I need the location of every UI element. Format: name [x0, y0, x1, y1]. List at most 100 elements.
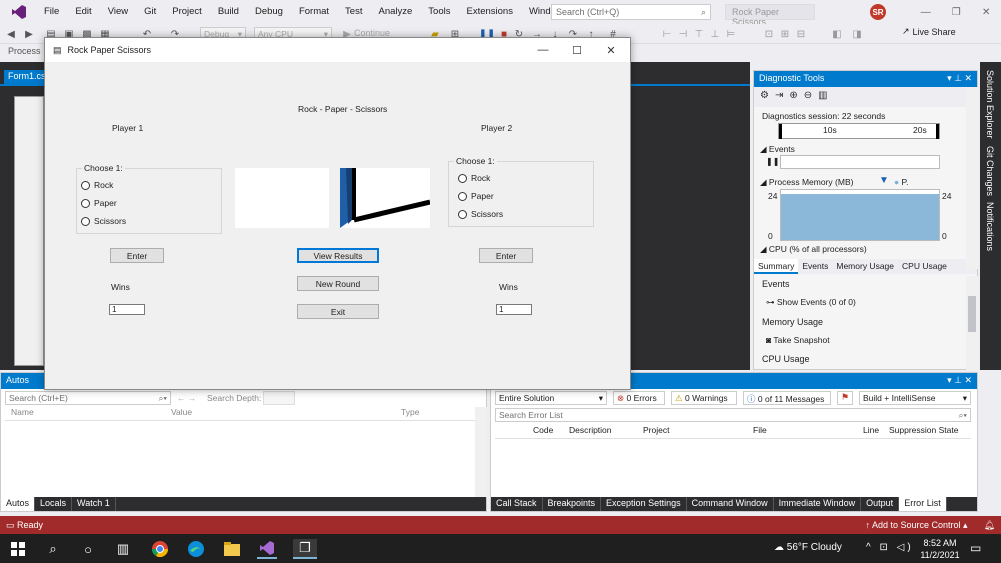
p1-wins-field[interactable]: 1 — [109, 304, 145, 315]
chrome-icon[interactable] — [150, 539, 170, 559]
visual-studio-logo-icon[interactable] — [8, 1, 30, 23]
p2-rock-radio[interactable]: Rock — [458, 173, 490, 183]
col-line[interactable]: Line — [863, 425, 889, 438]
form-maximize-icon[interactable]: ☐ — [560, 38, 594, 62]
tab-immediate-window[interactable]: Immediate Window — [774, 497, 862, 511]
menu-item-extensions[interactable]: Extensions — [458, 0, 520, 24]
search-icon[interactable]: ⌕ — [43, 539, 63, 559]
tab-watch1[interactable]: Watch 1 — [72, 497, 116, 511]
align-middle-icon[interactable]: ⊨ — [724, 27, 738, 41]
search-depth-combo[interactable] — [263, 391, 295, 405]
events-track[interactable] — [780, 155, 940, 169]
tab-error-list[interactable]: Error List — [899, 497, 947, 511]
tab-summary[interactable]: Summary — [754, 259, 799, 274]
align-top-icon[interactable]: ⊥ — [708, 27, 722, 41]
send-back-icon[interactable]: ◨ — [850, 27, 864, 41]
menu-item-git[interactable]: Git — [136, 0, 164, 24]
tab-locals[interactable]: Locals — [35, 497, 73, 511]
visual-studio-taskbar-icon[interactable] — [257, 539, 277, 559]
chart-icon[interactable]: ▥ — [818, 90, 827, 104]
panel-controls-icon[interactable]: ▾ ⊥ ✕ — [947, 73, 972, 85]
align-right-icon[interactable]: ⊤ — [692, 27, 706, 41]
zoom-out-icon[interactable]: ⊖ — [804, 90, 812, 104]
show-events-link[interactable]: ⊶ Show Events (0 of 0) — [766, 297, 856, 308]
live-share-button[interactable]: ↗ Live Share — [902, 26, 956, 37]
panel-controls-icon[interactable]: ▾ ⊥ ✕ — [947, 375, 972, 387]
search-box[interactable]: Search (Ctrl+Q) ⌕ — [551, 4, 711, 20]
take-snapshot-link[interactable]: ◙ Take Snapshot — [766, 335, 830, 345]
memory-graph[interactable] — [780, 189, 940, 241]
tab-breakpoints[interactable]: Breakpoints — [543, 497, 602, 511]
back-icon[interactable]: ◀ — [4, 27, 18, 41]
col-file[interactable]: File — [753, 425, 863, 438]
add-source-control-button[interactable]: ↑ Add to Source Control ▴ — [865, 520, 967, 531]
cortana-icon[interactable]: ○ — [78, 539, 98, 559]
summary-scrollbar[interactable] — [966, 276, 978, 371]
autos-scrollbar[interactable] — [475, 407, 487, 497]
filter-icon[interactable]: ⚑ — [837, 391, 853, 405]
menu-item-test[interactable]: Test — [337, 0, 370, 24]
action-center-icon[interactable]: ▭ — [970, 541, 981, 555]
tab-autos[interactable]: Autos — [1, 497, 36, 511]
grid-icon[interactable]: ⊟ — [794, 27, 808, 41]
spacing-icon[interactable]: ⊞ — [778, 27, 792, 41]
col-type[interactable]: Type — [397, 407, 419, 420]
messages-filter-button[interactable]: ⓘ 0 of 11 Messages — [743, 391, 831, 405]
tab-command-window[interactable]: Command Window — [687, 497, 774, 511]
build-combo[interactable]: Build + IntelliSense ▾ — [859, 391, 971, 405]
menu-item-view[interactable]: View — [100, 0, 136, 24]
bring-front-icon[interactable]: ◧ — [830, 27, 844, 41]
error-search-input[interactable]: Search Error List ⌕▾ — [495, 408, 971, 422]
p2-scissors-radio[interactable]: Scissors — [458, 209, 503, 219]
solution-explorer-tab[interactable]: Solution Explorer — [985, 70, 995, 139]
diag-scrollbar[interactable] — [966, 87, 978, 269]
git-changes-tab[interactable]: Git Changes — [985, 146, 995, 196]
align-center-icon[interactable]: ⊣ — [676, 27, 690, 41]
errors-filter-button[interactable]: ⊗ 0 Errors — [613, 391, 665, 405]
clock[interactable]: 8:52 AM 11/2/2021 — [915, 537, 965, 561]
autos-search-input[interactable]: Search (Ctrl+E) ⌕▾ — [5, 391, 171, 405]
col-suppression[interactable]: Suppression State — [889, 425, 958, 438]
p2-wins-field[interactable]: 1 — [496, 304, 532, 315]
align-left-icon[interactable]: ⊢ — [660, 27, 674, 41]
weather-widget[interactable]: ☁ 56°F Cloudy — [774, 542, 842, 553]
p1-paper-radio[interactable]: Paper — [81, 198, 117, 208]
scope-combo[interactable]: Entire Solution ▾ — [495, 391, 607, 405]
file-explorer-icon[interactable] — [222, 539, 242, 559]
timeline-ruler[interactable]: 10s 20s — [778, 123, 940, 139]
p2-enter-button[interactable]: Enter — [479, 248, 533, 263]
tab-output[interactable]: Output — [861, 497, 900, 511]
form-minimize-icon[interactable]: — — [526, 38, 560, 62]
process-combo[interactable]: Process — [0, 44, 44, 60]
form-close-icon[interactable]: ✕ — [594, 38, 628, 62]
col-description[interactable]: Description — [569, 425, 643, 438]
scroll-thumb[interactable] — [968, 296, 976, 332]
export-icon[interactable]: ⇥ — [775, 90, 783, 104]
edge-icon[interactable] — [186, 539, 206, 559]
zoom-in-icon[interactable]: ⊕ — [789, 90, 797, 104]
menu-item-build[interactable]: Build — [210, 0, 247, 24]
tab-memory-usage[interactable]: Memory Usage — [832, 259, 898, 274]
tab-events[interactable]: Events — [798, 259, 832, 274]
form-designer-surface[interactable] — [14, 96, 44, 366]
p1-enter-button[interactable]: Enter — [110, 248, 164, 263]
p1-rock-radio[interactable]: Rock — [81, 180, 113, 190]
minimize-icon[interactable]: — — [921, 7, 931, 18]
menu-item-tools[interactable]: Tools — [420, 0, 458, 24]
task-view-icon[interactable]: ▥ — [113, 539, 133, 559]
warnings-filter-button[interactable]: ⚠ 0 Warnings — [671, 391, 737, 405]
menu-item-format[interactable]: Format — [291, 0, 337, 24]
tray-icons[interactable]: ^ ⊡ ◁) — [866, 542, 914, 553]
col-project[interactable]: Project — [643, 425, 753, 438]
menu-item-project[interactable]: Project — [164, 0, 210, 24]
tab-exception-settings[interactable]: Exception Settings — [601, 497, 687, 511]
exit-button[interactable]: Exit — [297, 304, 379, 319]
menu-item-file[interactable]: File — [36, 0, 67, 24]
bell-icon[interactable]: 🔔︎ — [984, 520, 995, 531]
menu-item-debug[interactable]: Debug — [247, 0, 291, 24]
running-app-icon[interactable]: ❐ — [293, 539, 317, 559]
settings-icon[interactable]: ⚙ — [760, 90, 769, 104]
restore-icon[interactable]: ❐ — [952, 7, 961, 18]
p2-paper-radio[interactable]: Paper — [458, 191, 494, 201]
windows-start-icon[interactable] — [8, 539, 28, 559]
